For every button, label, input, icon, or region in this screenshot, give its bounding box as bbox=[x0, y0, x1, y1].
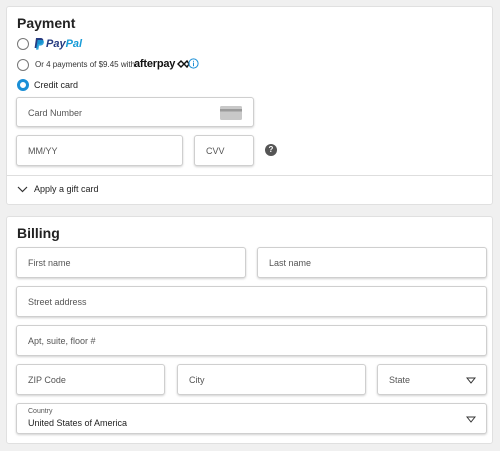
country-label: Country bbox=[28, 408, 53, 415]
billing-title: Billing bbox=[17, 225, 60, 241]
afterpay-brand-text: afterpay bbox=[134, 57, 176, 70]
card-icon bbox=[220, 106, 242, 120]
card-number-field[interactable]: Card Number bbox=[16, 97, 254, 127]
first-name-field[interactable]: First name bbox=[16, 247, 246, 278]
help-icon[interactable]: ? bbox=[265, 144, 277, 156]
street-address-field[interactable]: Street address bbox=[16, 286, 487, 317]
street-address-placeholder: Street address bbox=[28, 297, 87, 307]
payment-divider bbox=[7, 175, 492, 176]
credit-card-label: Credit card bbox=[34, 80, 79, 90]
apt-suite-placeholder: Apt, suite, floor # bbox=[28, 336, 96, 346]
apply-gift-card-toggle[interactable]: Apply a gift card bbox=[17, 183, 217, 197]
payment-title: Payment bbox=[17, 15, 76, 31]
paypal-logo[interactable]: Pay Pal bbox=[34, 37, 82, 51]
city-placeholder: City bbox=[189, 375, 205, 385]
zip-code-placeholder: ZIP Code bbox=[28, 375, 66, 385]
card-number-placeholder: Card Number bbox=[28, 108, 83, 118]
dropdown-arrow-icon bbox=[466, 377, 476, 384]
paypal-pal-text: Pal bbox=[65, 38, 83, 50]
last-name-field[interactable]: Last name bbox=[257, 247, 487, 278]
afterpay-radio[interactable] bbox=[17, 59, 29, 71]
paypal-pay-text: Pay bbox=[46, 38, 66, 50]
city-field[interactable]: City bbox=[177, 364, 366, 395]
expiry-field[interactable]: MM/YY bbox=[16, 135, 183, 166]
zip-code-field[interactable]: ZIP Code bbox=[16, 364, 165, 395]
paypal-icon bbox=[34, 38, 44, 50]
billing-section: Billing First name Last name Street addr… bbox=[6, 216, 493, 444]
cvv-placeholder: CVV bbox=[206, 146, 225, 156]
afterpay-logo[interactable]: afterpay bbox=[134, 57, 191, 70]
chevron-down-icon bbox=[17, 186, 28, 193]
expiry-placeholder: MM/YY bbox=[28, 146, 58, 156]
gift-card-label: Apply a gift card bbox=[34, 184, 99, 194]
dropdown-arrow-icon bbox=[466, 416, 476, 423]
first-name-placeholder: First name bbox=[28, 258, 71, 268]
country-value: United States of America bbox=[28, 418, 128, 428]
afterpay-installments-text: Or 4 payments of $9.45 with bbox=[35, 60, 136, 69]
apt-suite-field[interactable]: Apt, suite, floor # bbox=[16, 325, 487, 356]
payment-section: Payment Pay Pal Or 4 payments of $9.45 wi… bbox=[6, 6, 493, 205]
credit-card-radio[interactable] bbox=[17, 79, 29, 91]
state-placeholder: State bbox=[389, 375, 411, 385]
state-select[interactable]: State bbox=[377, 364, 487, 395]
last-name-placeholder: Last name bbox=[269, 258, 312, 268]
country-select[interactable]: Country United States of America bbox=[16, 403, 487, 434]
info-icon[interactable] bbox=[188, 58, 199, 69]
paypal-radio[interactable] bbox=[17, 38, 29, 50]
cvv-field[interactable]: CVV bbox=[194, 135, 254, 166]
